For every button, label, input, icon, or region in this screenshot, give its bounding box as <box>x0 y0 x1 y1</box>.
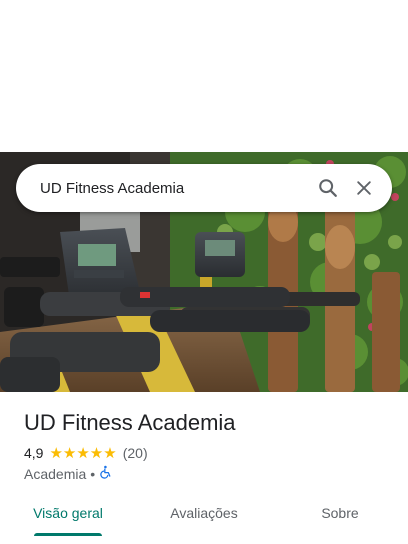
tab-overview[interactable]: Visão geral <box>0 490 136 536</box>
place-info-panel: UD Fitness Academia 4,9 ★★★★★ (20) Acade… <box>0 392 408 544</box>
search-icon[interactable] <box>310 170 346 206</box>
tab-about[interactable]: Sobre <box>272 490 408 536</box>
close-icon[interactable] <box>346 170 382 206</box>
map-blank-area <box>0 0 408 152</box>
tab-reviews[interactable]: Avaliações <box>136 490 272 536</box>
category-label: Academia <box>24 465 87 482</box>
separator-dot: • <box>90 465 96 482</box>
place-tabs: Visão geral Avaliações Sobre <box>0 490 408 536</box>
review-count[interactable]: (20) <box>123 445 148 461</box>
category-line: Academia • <box>24 465 113 482</box>
wheelchair-icon[interactable] <box>99 465 113 482</box>
star-rating-icon: ★★★★★ <box>49 445 117 462</box>
place-title: UD Fitness Academia <box>24 410 236 435</box>
search-bar[interactable]: UD Fitness Academia <box>16 164 392 212</box>
rating-value: 4,9 <box>24 445 44 461</box>
rating-summary[interactable]: 4,9 ★★★★★ (20) <box>24 444 148 462</box>
search-input[interactable]: UD Fitness Academia <box>40 180 310 197</box>
